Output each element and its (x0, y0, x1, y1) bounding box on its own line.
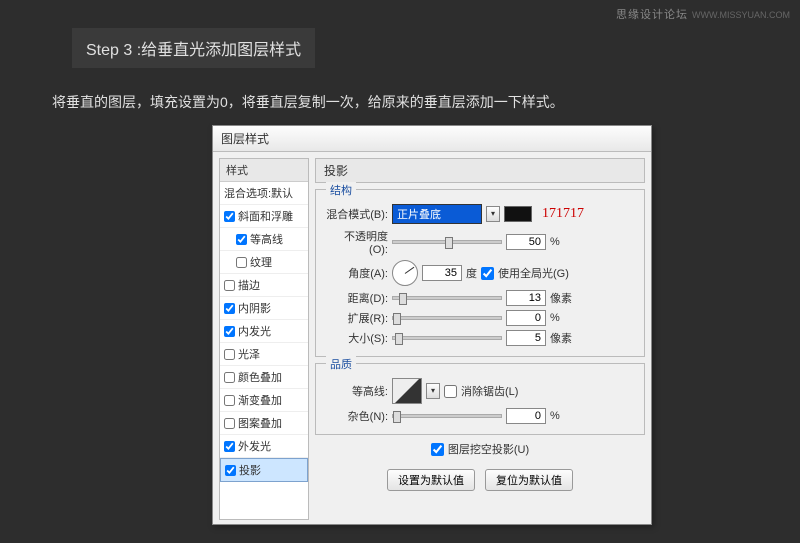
structure-label: 结构 (326, 182, 356, 198)
quality-label: 品质 (326, 356, 356, 372)
sidebar-item-checkbox[interactable] (224, 395, 235, 406)
distance-slider[interactable] (392, 296, 502, 300)
sidebar-item-6[interactable]: 光泽 (220, 343, 308, 366)
watermark: 思缘设计论坛WWW.MISSYUAN.COM (616, 6, 790, 22)
sidebar-item-7[interactable]: 颜色叠加 (220, 366, 308, 389)
angle-label: 角度(A): (326, 265, 388, 281)
blend-mode-select[interactable]: 正片叠底 (392, 204, 482, 224)
sidebar-item-label: 纹理 (250, 254, 272, 270)
contour-picker[interactable] (392, 378, 422, 404)
distance-input[interactable] (506, 290, 546, 306)
noise-slider[interactable] (392, 414, 502, 418)
sidebar-item-2[interactable]: 纹理 (220, 251, 308, 274)
sidebar-item-11[interactable]: 投影 (220, 458, 308, 482)
distance-label: 距离(D): (326, 290, 388, 306)
sidebar-item-4[interactable]: 内阴影 (220, 297, 308, 320)
opacity-slider[interactable] (392, 240, 502, 244)
opacity-label: 不透明度(O): (326, 228, 388, 256)
sidebar-item-checkbox[interactable] (236, 234, 247, 245)
knockout-label: 图层挖空投影(U) (448, 441, 529, 457)
sidebar-item-label: 等高线 (250, 231, 283, 247)
noise-unit: % (550, 410, 560, 422)
opacity-unit: % (550, 236, 560, 248)
blend-mode-label: 混合模式(B): (326, 206, 388, 222)
color-hex-annotation: 171717 (542, 206, 584, 222)
reset-default-button[interactable]: 复位为默认值 (485, 469, 573, 491)
sidebar-item-label: 图案叠加 (238, 415, 282, 431)
sidebar-item-checkbox[interactable] (225, 465, 236, 476)
sidebar-item-checkbox[interactable] (224, 372, 235, 383)
sidebar-item-label: 颜色叠加 (238, 369, 282, 385)
sidebar-item-8[interactable]: 渐变叠加 (220, 389, 308, 412)
global-light-checkbox[interactable] (481, 267, 494, 280)
angle-unit: 度 (466, 265, 477, 281)
spread-input[interactable] (506, 310, 546, 326)
sidebar-item-10[interactable]: 外发光 (220, 435, 308, 458)
antialias-label: 消除锯齿(L) (461, 383, 518, 399)
size-input[interactable] (506, 330, 546, 346)
size-label: 大小(S): (326, 330, 388, 346)
spread-label: 扩展(R): (326, 310, 388, 326)
size-slider[interactable] (392, 336, 502, 340)
sidebar-item-checkbox[interactable] (224, 326, 235, 337)
styles-sidebar: 样式 混合选项:默认 斜面和浮雕等高线纹理描边内阴影内发光光泽颜色叠加渐变叠加图… (219, 158, 309, 520)
angle-picker[interactable] (392, 260, 418, 286)
shadow-color-swatch[interactable] (504, 206, 532, 222)
contour-dropdown-icon[interactable]: ▾ (426, 383, 440, 399)
spread-slider[interactable] (392, 316, 502, 320)
sidebar-item-0[interactable]: 斜面和浮雕 (220, 205, 308, 228)
sidebar-item-label: 投影 (239, 462, 261, 478)
noise-label: 杂色(N): (326, 408, 388, 424)
make-default-button[interactable]: 设置为默认值 (387, 469, 475, 491)
knockout-checkbox[interactable] (431, 443, 444, 456)
sidebar-item-checkbox[interactable] (224, 441, 235, 452)
sidebar-item-9[interactable]: 图案叠加 (220, 412, 308, 435)
sidebar-header: 样式 (220, 159, 308, 182)
sidebar-item-label: 描边 (238, 277, 260, 293)
sidebar-item-label: 外发光 (238, 438, 271, 454)
contour-label: 等高线: (326, 383, 388, 399)
blend-mode-dropdown-icon[interactable]: ▾ (486, 206, 500, 222)
angle-input[interactable] (422, 265, 462, 281)
sidebar-item-checkbox[interactable] (224, 211, 235, 222)
noise-input[interactable] (506, 408, 546, 424)
sidebar-item-label: 内阴影 (238, 300, 271, 316)
opacity-input[interactable] (506, 234, 546, 250)
sidebar-item-1[interactable]: 等高线 (220, 228, 308, 251)
quality-group: 品质 等高线: ▾ 消除锯齿(L) 杂色(N): % (315, 363, 645, 435)
sidebar-item-3[interactable]: 描边 (220, 274, 308, 297)
dialog-title: 图层样式 (213, 126, 651, 152)
panel-title: 投影 (315, 158, 645, 183)
global-light-label: 使用全局光(G) (498, 265, 569, 281)
spread-unit: % (550, 312, 560, 324)
step-title: Step 3 :给垂直光添加图层样式 (72, 28, 315, 68)
structure-group: 结构 混合模式(B): 正片叠底 ▾ 171717 不透明度(O): % 角度(… (315, 189, 645, 357)
sidebar-item-5[interactable]: 内发光 (220, 320, 308, 343)
sidebar-item-checkbox[interactable] (224, 303, 235, 314)
sidebar-item-label: 渐变叠加 (238, 392, 282, 408)
sidebar-item-label: 斜面和浮雕 (238, 208, 293, 224)
layer-style-dialog: 图层样式 样式 混合选项:默认 斜面和浮雕等高线纹理描边内阴影内发光光泽颜色叠加… (212, 125, 652, 525)
sidebar-item-label: 光泽 (238, 346, 260, 362)
sidebar-blend-options[interactable]: 混合选项:默认 (220, 182, 308, 205)
size-unit: 像素 (550, 330, 572, 346)
sidebar-item-checkbox[interactable] (224, 418, 235, 429)
step-description: 将垂直的图层，填充设置为0，将垂直层复制一次，给原来的垂直层添加一下样式。 (52, 92, 800, 112)
sidebar-item-checkbox[interactable] (236, 257, 247, 268)
sidebar-item-checkbox[interactable] (224, 349, 235, 360)
distance-unit: 像素 (550, 290, 572, 306)
antialias-checkbox[interactable] (444, 385, 457, 398)
sidebar-item-checkbox[interactable] (224, 280, 235, 291)
sidebar-item-label: 内发光 (238, 323, 271, 339)
